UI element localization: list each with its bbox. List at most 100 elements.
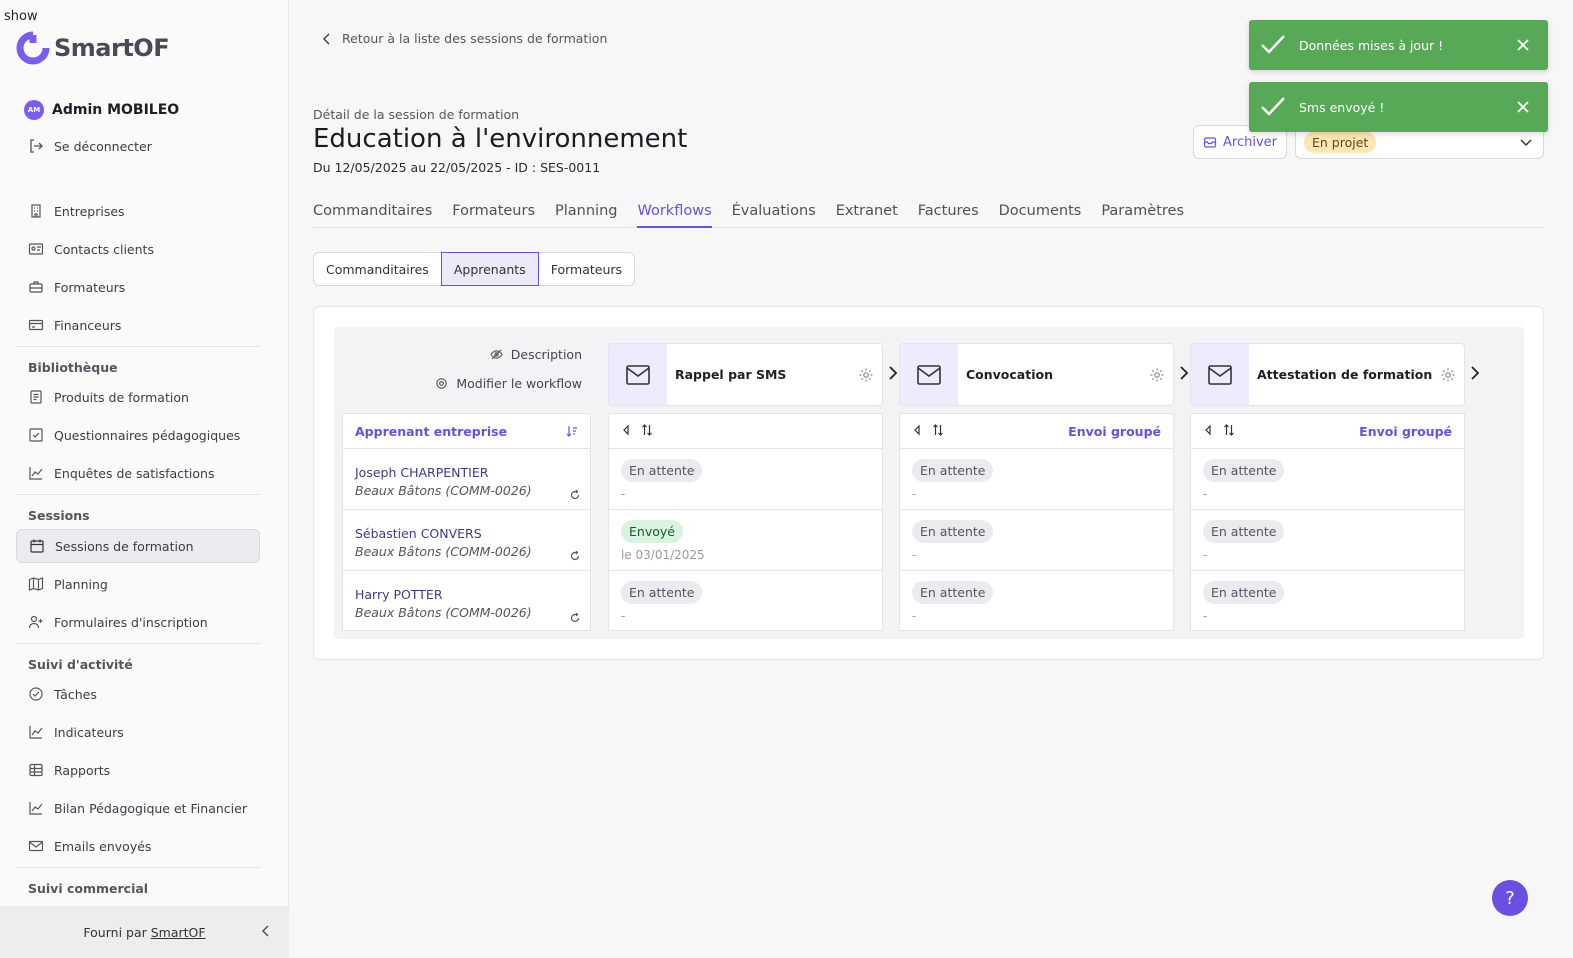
status-cell[interactable]: En attente - — [1191, 510, 1464, 571]
subtab-apprenants[interactable]: Apprenants — [440, 252, 539, 286]
nav-divider — [16, 346, 260, 347]
status-cell[interactable]: Envoyé le 03/01/2025 — [609, 510, 882, 571]
status-date: - — [912, 548, 917, 562]
sidebar-item-planning[interactable]: Planning — [16, 567, 260, 601]
sidebar-item-formateurs[interactable]: Formateurs — [16, 270, 260, 304]
toast-message: Données mises à jour ! — [1299, 37, 1444, 53]
footer-link[interactable]: SmartOF — [151, 925, 206, 940]
status-cell[interactable]: En attente - — [1191, 449, 1464, 510]
mail-icon — [900, 344, 958, 405]
gear-icon[interactable] — [1149, 367, 1165, 383]
learner-column-header[interactable]: Apprenant entreprise — [343, 414, 590, 449]
sort-icon[interactable] — [1223, 423, 1235, 439]
tab-extranet[interactable]: Extranet — [836, 203, 898, 228]
tab-planning[interactable]: Planning — [555, 203, 617, 228]
status-cell[interactable]: En attente - — [609, 571, 882, 632]
collapse-sidebar-icon[interactable] — [259, 924, 273, 938]
grouped-send-button[interactable]: Envoi groupé — [1359, 424, 1452, 439]
learner-company: Beaux Bâtons (COMM-0026) — [355, 544, 532, 559]
nav-divider — [16, 643, 260, 644]
sidebar-item-enquetes-de-satisfactions[interactable]: Enquêtes de satisfactions — [16, 456, 260, 490]
chart-icon — [28, 724, 44, 740]
chevron-down-icon — [1520, 139, 1532, 147]
status-cell[interactable]: En attente - — [1191, 571, 1464, 632]
collapse-left-icon[interactable] — [912, 424, 922, 439]
logout-link[interactable]: Se déconnecter — [16, 129, 260, 163]
status-badge: En attente — [1203, 520, 1285, 543]
sidebar-item-sessions-de-formation[interactable]: Sessions de formation — [16, 529, 260, 563]
workflow-step-card[interactable]: Attestation de formation — [1190, 343, 1465, 406]
sidebar-item-formulaires-d-inscription[interactable]: Formulaires d'inscription — [16, 605, 260, 639]
workflow-step-card[interactable]: Rappel par SMS — [608, 343, 883, 406]
gear-icon[interactable] — [858, 367, 874, 383]
refresh-icon[interactable] — [570, 612, 580, 623]
status-badge: Envoyé — [621, 520, 683, 543]
tab-workflows[interactable]: Workflows — [637, 203, 712, 228]
tab-formateurs[interactable]: Formateurs — [452, 203, 535, 228]
gear-icon — [436, 378, 448, 389]
status-date: - — [1203, 609, 1208, 623]
status-badge: En attente — [912, 520, 994, 543]
sidebar-item-financeurs[interactable]: Financeurs — [16, 308, 260, 342]
status-cell[interactable]: En attente - — [900, 571, 1173, 632]
sidebar-item-emails-envoyes[interactable]: Emails envoyés — [16, 829, 260, 863]
session-dates: Du 12/05/2025 au 22/05/2025 - ID : SES-0… — [313, 160, 601, 175]
logo-icon — [16, 31, 50, 65]
sidebar-item-indicateurs[interactable]: Indicateurs — [16, 715, 260, 749]
collapse-left-icon[interactable] — [1203, 424, 1213, 439]
grouped-send-button[interactable]: Envoi groupé — [1068, 424, 1161, 439]
gear-icon[interactable] — [1440, 367, 1456, 383]
refresh-icon[interactable] — [570, 550, 580, 561]
modify-workflow-link[interactable]: Modifier le workflow — [435, 376, 582, 391]
back-link[interactable]: Retour à la liste des sessions de format… — [322, 31, 607, 46]
toast-notification: Données mises à jour ! — [1249, 20, 1548, 70]
sidebar-item-label: Produits de formation — [54, 389, 189, 405]
sidebar-item-label: Questionnaires pédagogiques — [54, 427, 241, 443]
sidebar-item-bilan-pedagogique-et-financier[interactable]: Bilan Pédagogique et Financier — [16, 791, 260, 825]
archive-label: Archiver — [1223, 134, 1277, 150]
subtab-formateurs[interactable]: Formateurs — [537, 252, 636, 286]
status-cell[interactable]: En attente - — [900, 510, 1173, 571]
sidebar-item-produits-de-formation[interactable]: Produits de formation — [16, 380, 260, 414]
modify-workflow-label: Modifier le workflow — [456, 376, 582, 391]
sidebar-item-entreprises[interactable]: Entreprises — [16, 194, 260, 228]
sidebar-item-contacts-clients[interactable]: Contacts clients — [16, 232, 260, 266]
learner-name[interactable]: Joseph CHARPENTIER — [355, 465, 578, 480]
status-date: - — [912, 487, 917, 501]
sidebar-item-rapports[interactable]: Rapports — [16, 753, 260, 787]
workflow-step-card[interactable]: Convocation — [899, 343, 1174, 406]
learner-name[interactable]: Harry POTTER — [355, 587, 578, 602]
learner-company: Beaux Bâtons (COMM-0026) — [355, 483, 532, 498]
help-button[interactable]: ? — [1492, 880, 1528, 916]
status-date: - — [1203, 548, 1208, 562]
workflow-status-column: En attente - Envoyé le 03/01/2025 En attente… — [608, 413, 883, 631]
status-cell[interactable]: En attente - — [900, 449, 1173, 510]
tab-evaluations[interactable]: Évaluations — [732, 203, 816, 228]
sort-icon[interactable] — [932, 423, 944, 439]
section-sessions: Sessions — [28, 508, 90, 523]
sort-icon[interactable] — [566, 425, 578, 437]
sidebar-item-taches[interactable]: Tâches — [16, 677, 260, 711]
briefcase-icon — [28, 279, 44, 295]
sidebar-footer: Fourni par SmartOF — [0, 906, 289, 958]
sidebar-item-label: Emails envoyés — [54, 838, 152, 854]
learner-name[interactable]: Sébastien CONVERS — [355, 526, 578, 541]
close-icon[interactable] — [1516, 38, 1530, 52]
workflow-step-title: Rappel par SMS — [675, 367, 787, 382]
tab-parametres[interactable]: Paramètres — [1101, 203, 1184, 228]
tab-documents[interactable]: Documents — [999, 203, 1082, 228]
check-icon — [1259, 31, 1287, 59]
refresh-icon[interactable] — [570, 489, 580, 500]
tab-factures[interactable]: Factures — [918, 203, 979, 228]
subtab-commanditaires[interactable]: Commanditaires — [313, 252, 442, 286]
tab-commanditaires[interactable]: Commanditaires — [313, 203, 432, 228]
back-arrow-icon — [322, 32, 330, 45]
sort-icon[interactable] — [641, 423, 653, 439]
description-toggle[interactable]: Description — [490, 347, 582, 362]
close-icon[interactable] — [1516, 100, 1530, 114]
status-cell[interactable]: En attente - — [609, 449, 882, 510]
archive-icon — [1203, 137, 1217, 148]
logo[interactable]: SmartOF — [16, 31, 170, 65]
sidebar-item-questionnaires-pedagogiques[interactable]: Questionnaires pédagogiques — [16, 418, 260, 452]
collapse-left-icon[interactable] — [621, 424, 631, 439]
